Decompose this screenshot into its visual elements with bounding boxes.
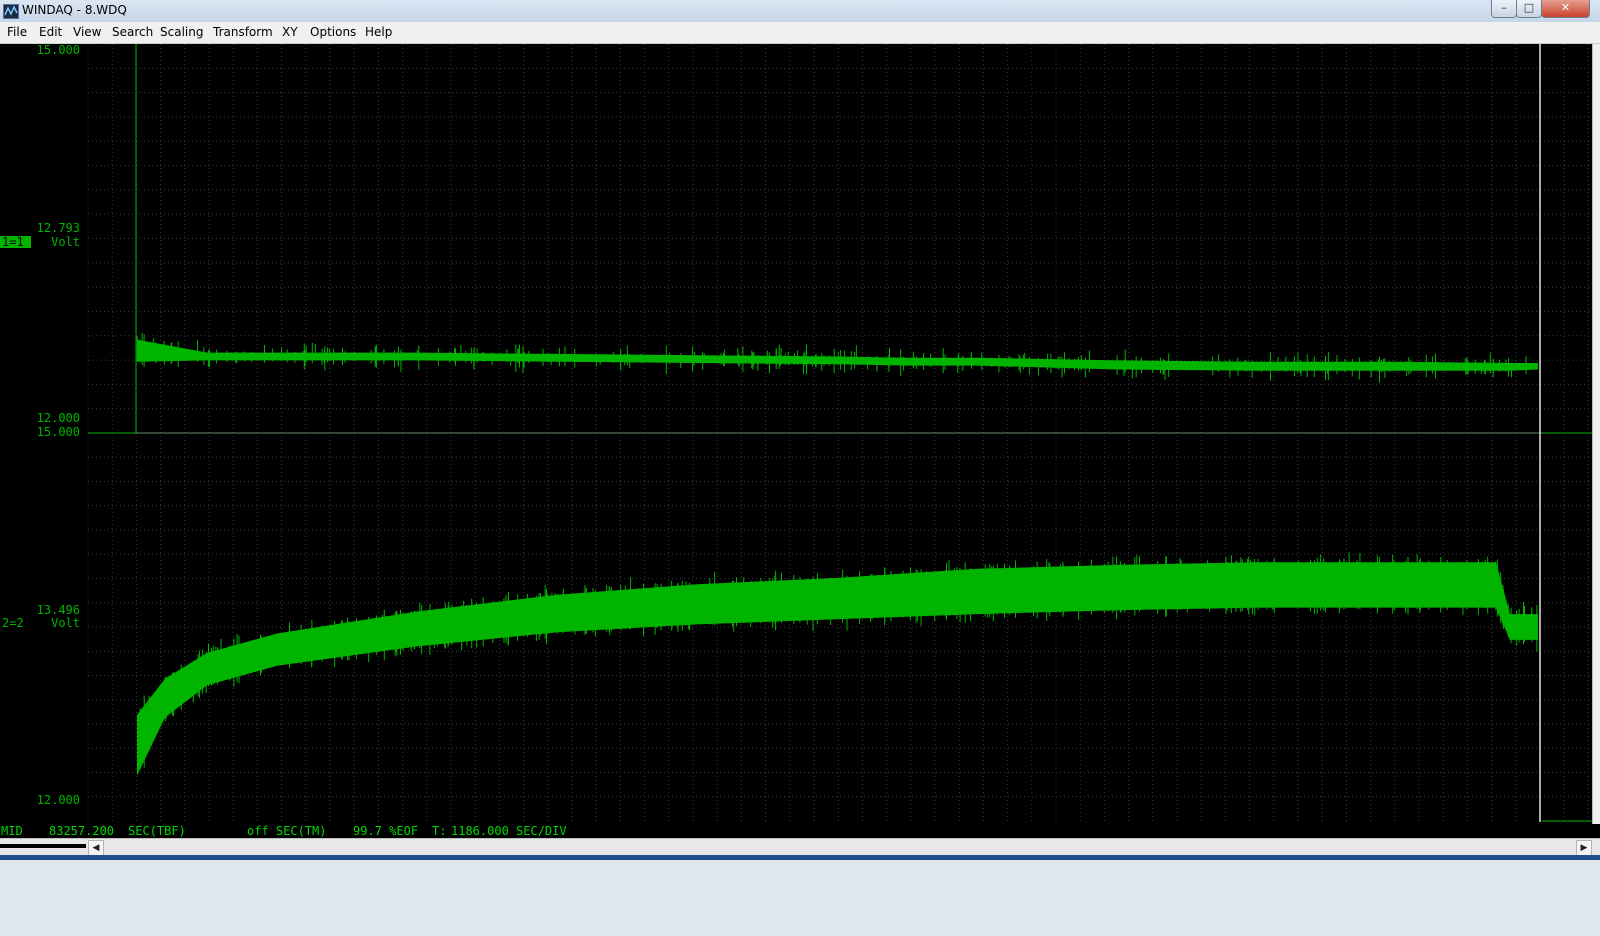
status-line: MID 83257.200 SEC(TBF) off SEC(TM) 99.7 …: [0, 824, 1600, 838]
status-eof: 99.7 %EOF: [353, 824, 419, 838]
status-scale-label: T:: [432, 824, 447, 838]
menu-transform[interactable]: Transform: [213, 25, 273, 39]
waveform-display[interactable]: 15.000 12.793 1=1 Volt 12.000 15.000 13.…: [0, 44, 1592, 824]
window-title: WINDAQ - 8.WDQ: [22, 3, 127, 17]
ch1-top-label: 15.000: [37, 44, 80, 57]
right-edge-strip: [1592, 44, 1600, 824]
scroll-left-arrow-icon[interactable]: ◀: [88, 840, 104, 856]
menu-xy[interactable]: XY: [282, 25, 298, 39]
close-button[interactable]: ✕: [1541, 0, 1590, 18]
ch1-mid-label: 12.793: [37, 221, 80, 235]
menu-edit[interactable]: Edit: [39, 25, 62, 39]
status-scale-value: 1186.000 SEC/DIV: [451, 824, 567, 838]
minimize-button[interactable]: –: [1491, 0, 1517, 18]
status-time-unit: SEC(TBF): [128, 824, 186, 838]
status-marker: off SEC(TM): [247, 824, 327, 838]
status-mode: MID: [1, 824, 23, 838]
ch2-trace-envelope: [137, 562, 1538, 776]
menu-help[interactable]: Help: [365, 25, 392, 39]
scroll-right-arrow-icon[interactable]: ▶: [1576, 840, 1592, 856]
maximize-button[interactable]: □: [1516, 0, 1542, 18]
ch1-bottom-label: 12.000: [37, 411, 80, 425]
title-bar: WINDAQ - 8.WDQ – □ ✕: [0, 0, 1600, 23]
ch2-mid-label: 13.496: [37, 603, 80, 617]
ch2-top-label: 15.000: [37, 425, 80, 439]
menu-options[interactable]: Options: [310, 25, 356, 39]
ch1-unit: Volt: [51, 235, 80, 249]
waveform-svg[interactable]: 15.000 12.793 1=1 Volt 12.000 15.000 13.…: [0, 44, 1592, 824]
menu-search[interactable]: Search: [112, 25, 153, 39]
status-time-value: 83257.200: [49, 824, 115, 838]
menu-file[interactable]: File: [7, 25, 27, 39]
ch1-tag[interactable]: 1=1: [2, 235, 24, 249]
windaq-app-icon[interactable]: [3, 4, 19, 19]
menu-scaling[interactable]: Scaling: [160, 25, 203, 39]
horizontal-scrollbar[interactable]: ◀ ▶: [0, 838, 1600, 856]
menu-bar: File Edit View Search Scaling Transform …: [0, 22, 1600, 44]
menu-view[interactable]: View: [73, 25, 101, 39]
ch2-tag[interactable]: 2=2: [2, 616, 24, 630]
ch2-unit: Volt: [51, 616, 80, 630]
taskbar-edge: [0, 855, 1600, 860]
scroll-thumb[interactable]: [0, 844, 86, 848]
ch2-bottom-label: 12.000: [37, 793, 80, 807]
